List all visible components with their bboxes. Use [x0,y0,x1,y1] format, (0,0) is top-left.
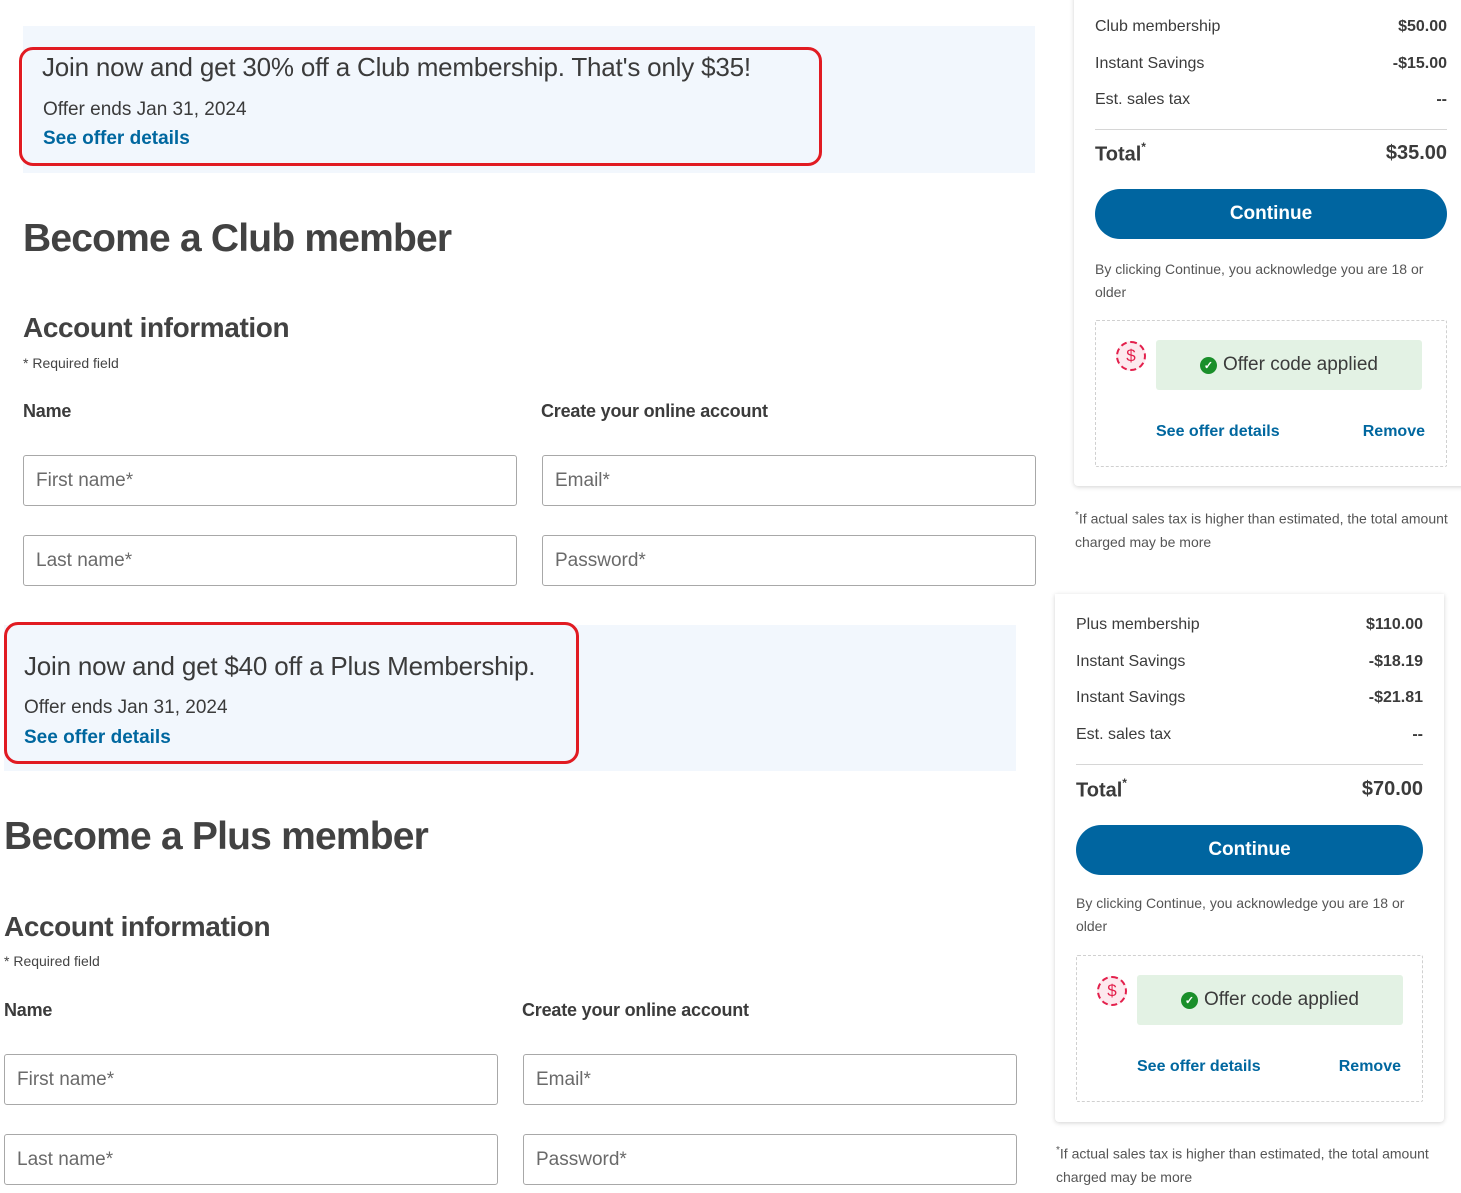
name-label: Name [23,401,72,421]
page-title: Become a Plus member [4,815,429,858]
tax-footnote-text: If actual sales tax is higher than estim… [1056,1145,1429,1185]
total-value: $70.00 [1361,778,1423,800]
total-label: Total [1076,779,1123,802]
email-input[interactable] [523,1054,1017,1105]
summary-row-label: Club membership [1095,18,1221,35]
offer-applied-status: ✓ Offer code applied [1137,975,1403,1025]
continue-button[interactable]: Continue [1095,189,1447,239]
offer-title: Join now and get 30% off a Club membersh… [42,52,751,82]
offer-end-date: Offer ends Jan 31, 2024 [43,99,247,120]
last-name-input[interactable] [23,535,517,586]
account-information-heading: Account information [23,312,290,343]
offer-code-box: $ ✓ Offer code applied See offer details… [1095,320,1447,467]
see-offer-details-link[interactable]: See offer details [43,128,190,150]
age-acknowledgement: By clicking Continue, you acknowledge yo… [1095,261,1424,300]
tax-footnote-text: If actual sales tax is higher than estim… [1075,510,1448,550]
dollar-coupon-icon: $ [1097,976,1127,1006]
summary-row-label: Instant Savings [1095,55,1205,72]
remove-offer-link[interactable]: Remove [1339,1058,1401,1076]
summary-row: Instant Savings -$18.19 [1076,653,1423,671]
summary-row-label: Instant Savings [1076,653,1186,670]
summary-row-value: -$15.00 [1392,55,1447,72]
check-circle-icon: ✓ [1200,356,1218,374]
summary-total: Total* $35.00 [1095,140,1447,167]
summary-row-value: -- [1436,91,1447,108]
account-information-heading: Account information [4,911,271,942]
tax-footnote: *If actual sales tax is higher than esti… [1056,1139,1456,1189]
total-label: Total [1095,143,1142,166]
offer-title: Join now and get $40 off a Plus Membersh… [24,651,536,681]
create-account-label: Create your online account [541,401,768,421]
summary-row-label: Est. sales tax [1076,726,1172,743]
summary-row-label: Plus membership [1076,616,1200,633]
summary-row-value: -$18.19 [1368,653,1423,670]
summary-row: Est. sales tax -- [1076,726,1423,744]
summary-row: Instant Savings -$21.81 [1076,689,1423,707]
summary-row: Instant Savings -$15.00 [1095,55,1447,73]
total-value: $35.00 [1385,142,1447,164]
summary-divider [1095,129,1447,130]
email-input[interactable] [542,455,1036,506]
offer-applied-text: Offer code applied [1204,989,1359,1010]
first-name-input[interactable] [4,1054,498,1105]
see-offer-details-link[interactable]: See offer details [24,727,171,749]
offer-end-date: Offer ends Jan 31, 2024 [24,697,228,718]
summary-divider [1076,764,1423,765]
order-summary-card: Club membership $50.00 Instant Savings -… [1074,0,1461,486]
check-circle-icon: ✓ [1181,991,1199,1009]
see-offer-details-link[interactable]: See offer details [1156,423,1280,441]
offer-applied-status: ✓ Offer code applied [1156,340,1422,390]
name-label: Name [4,1000,53,1020]
required-field-note: * Required field [23,355,119,371]
dollar-coupon-icon: $ [1116,341,1146,371]
summary-row-value: $110.00 [1366,616,1423,633]
create-account-label: Create your online account [522,1000,749,1020]
summary-row: Plus membership $110.00 [1076,616,1423,634]
total-footnote-mark: * [1122,776,1127,790]
password-input[interactable] [523,1134,1017,1185]
summary-row: Club membership $50.00 [1095,18,1447,36]
order-summary-card: Plus membership $110.00 Instant Savings … [1055,594,1444,1122]
first-name-input[interactable] [23,455,517,506]
summary-row: Est. sales tax -- [1095,91,1447,109]
summary-row-value: -- [1412,726,1423,743]
offer-applied-text: Offer code applied [1223,354,1378,375]
tax-footnote: *If actual sales tax is higher than esti… [1075,504,1461,554]
see-offer-details-link[interactable]: See offer details [1137,1058,1261,1076]
summary-row-value: $50.00 [1398,18,1447,35]
summary-row-label: Est. sales tax [1095,91,1191,108]
age-acknowledgement: By clicking Continue, you acknowledge yo… [1076,895,1405,934]
offer-code-box: $ ✓ Offer code applied See offer details… [1076,955,1423,1102]
summary-total: Total* $70.00 [1076,776,1423,803]
continue-button[interactable]: Continue [1076,825,1423,875]
summary-row-label: Instant Savings [1076,689,1186,706]
password-input[interactable] [542,535,1036,586]
last-name-input[interactable] [4,1134,498,1185]
page-title: Become a Club member [23,217,452,260]
total-footnote-mark: * [1141,140,1146,154]
required-field-note: * Required field [4,953,100,969]
summary-row-value: -$21.81 [1368,689,1423,706]
remove-offer-link[interactable]: Remove [1363,423,1425,441]
